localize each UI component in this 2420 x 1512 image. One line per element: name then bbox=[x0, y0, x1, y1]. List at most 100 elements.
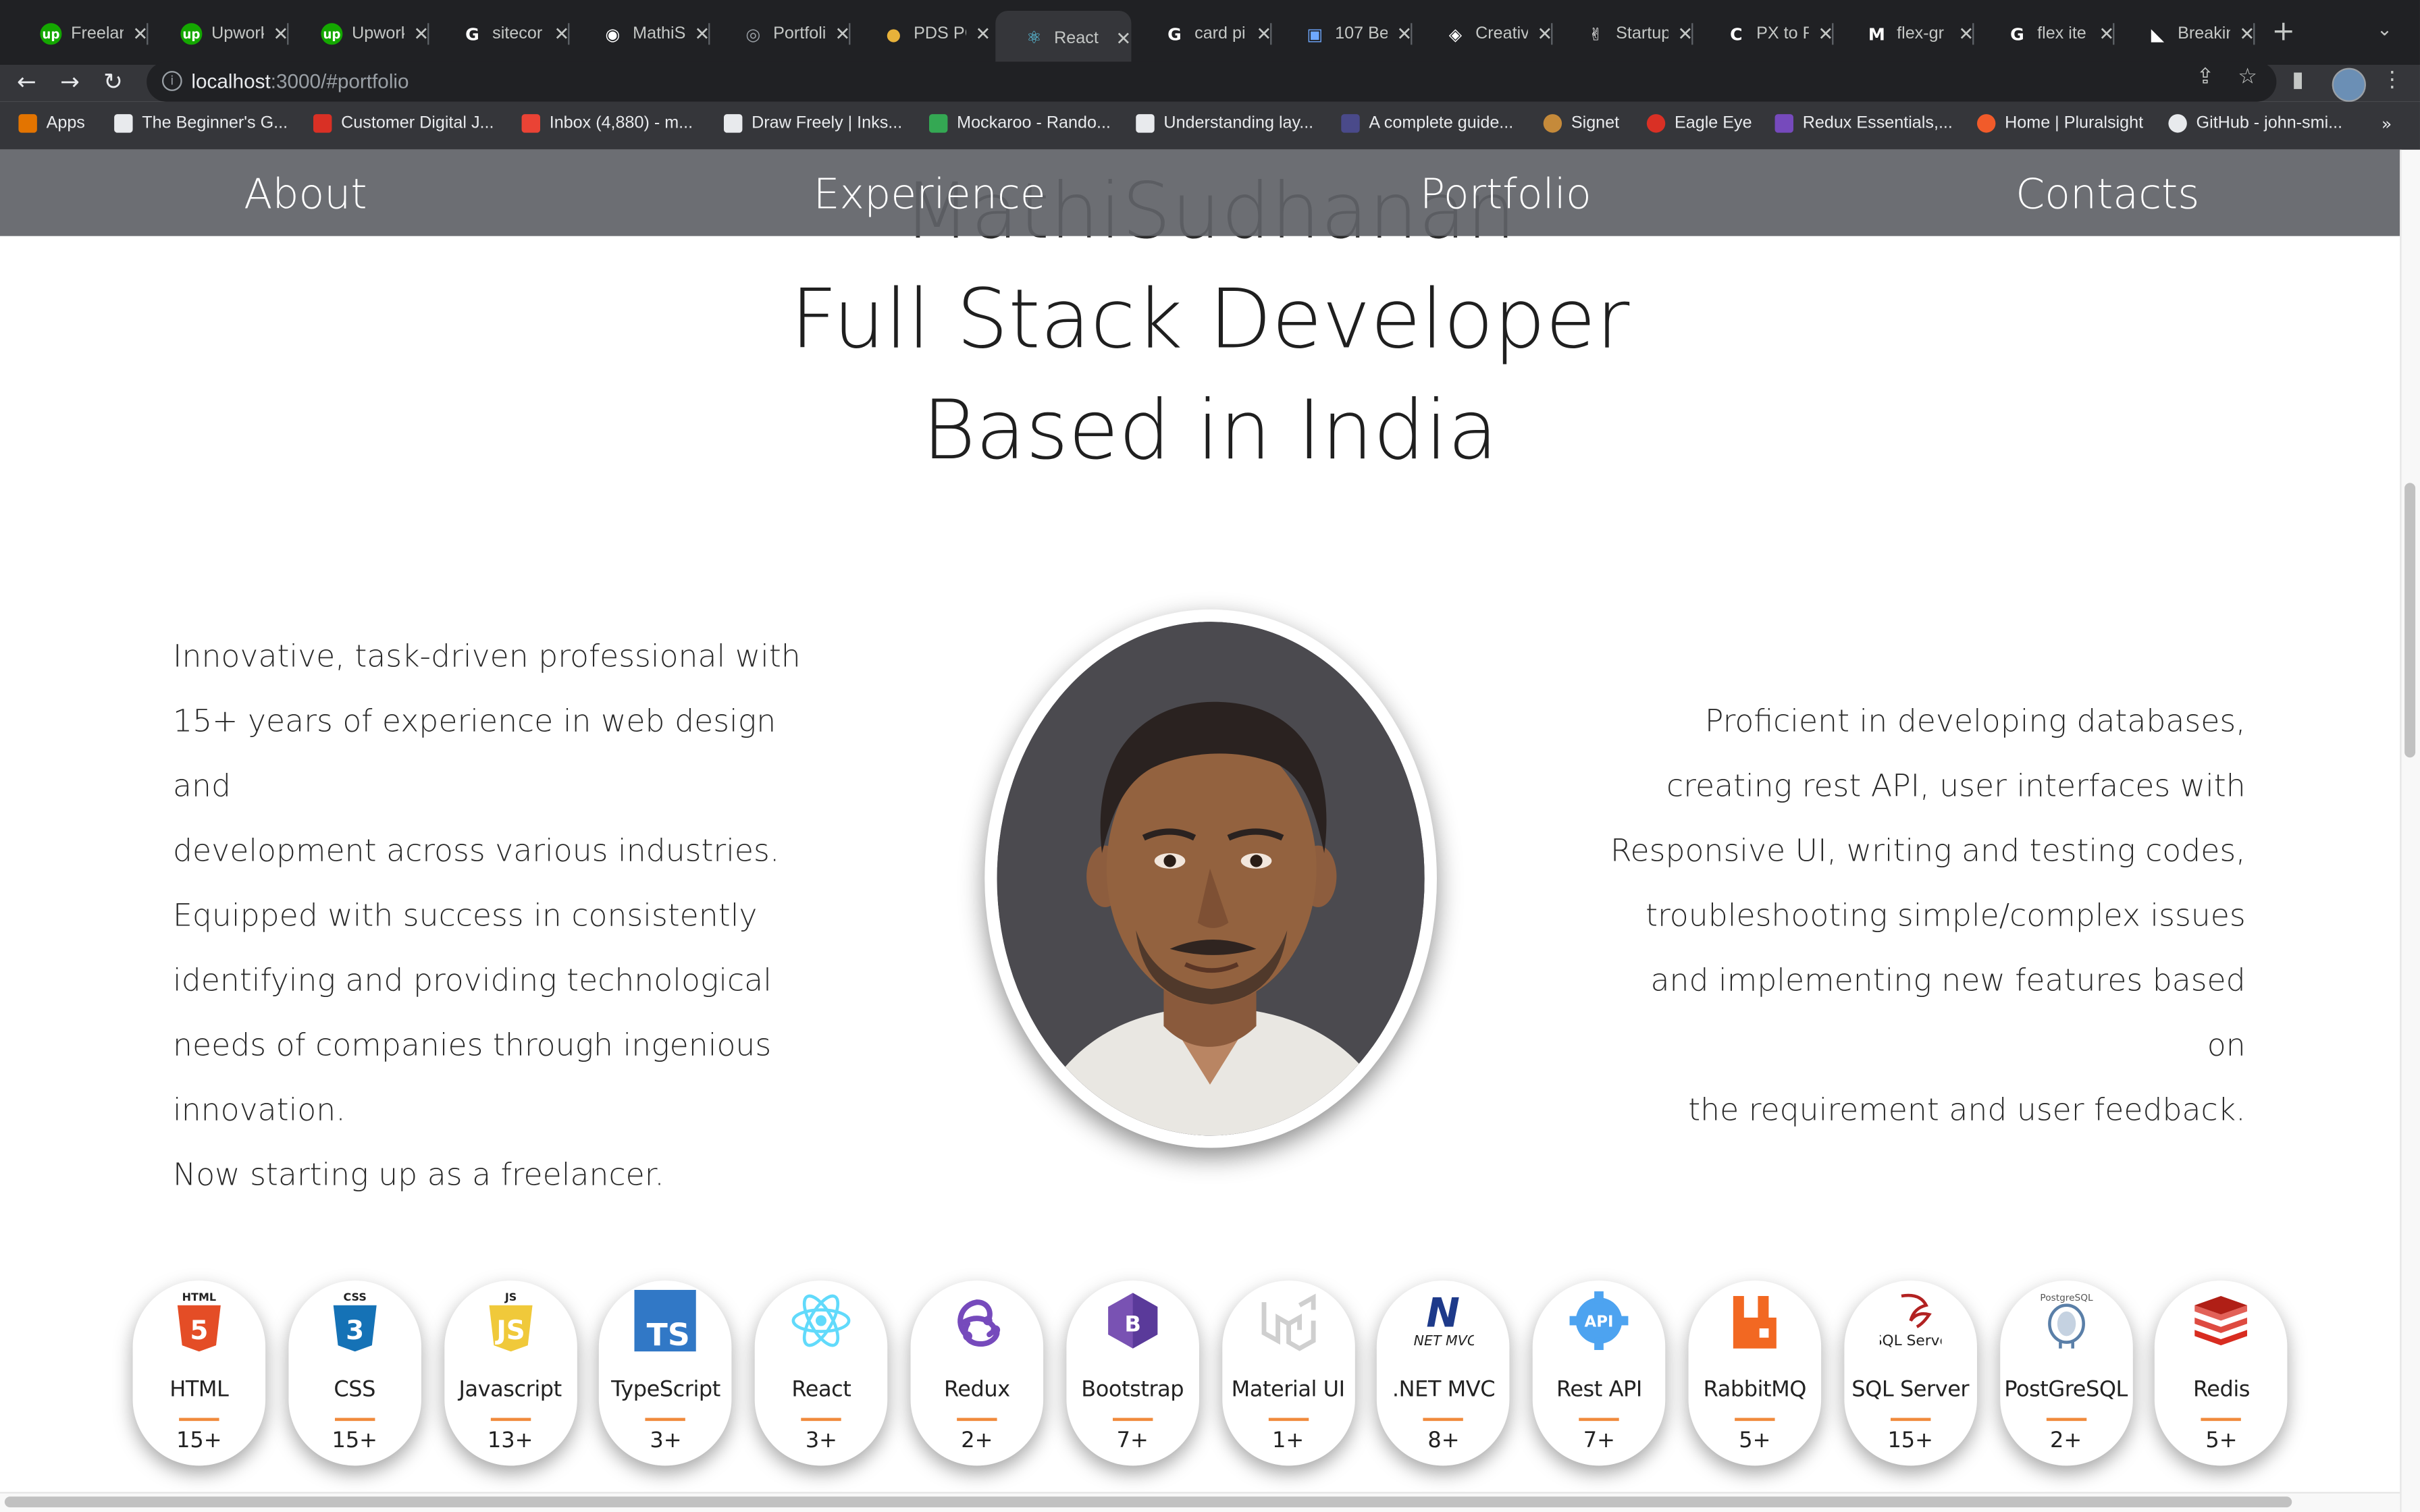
tab-close-icon[interactable]: ✕ bbox=[835, 23, 850, 45]
browser-tab[interactable]: Gsitecor ✕ bbox=[433, 12, 570, 55]
profile-avatar[interactable] bbox=[2332, 68, 2366, 102]
medium-icon: M bbox=[1868, 24, 1885, 45]
browser-tab[interactable]: ◉ MathiS ✕ bbox=[574, 12, 710, 55]
svg-text:N: N bbox=[1427, 1291, 1461, 1337]
skill-card: CSS 3 CSS 15+ bbox=[288, 1280, 421, 1466]
bookmark-item[interactable]: Eagle Eye bbox=[1646, 114, 1752, 133]
tab-close-icon[interactable]: ✕ bbox=[1256, 23, 1271, 45]
intro-right-line: Responsive UI, writing and testing codes… bbox=[1610, 831, 2246, 869]
nav-experience-link[interactable]: Experience bbox=[814, 171, 1046, 219]
skill-years: 7+ bbox=[1583, 1428, 1615, 1454]
forward-arrow-icon[interactable]: → bbox=[60, 68, 80, 96]
tab-close-icon[interactable]: ✕ bbox=[1818, 23, 1833, 45]
address-bar-url[interactable]: localhost:3000/#portfolio bbox=[191, 70, 409, 92]
tab-close-icon[interactable]: ✕ bbox=[132, 23, 148, 45]
skill-card: PostgreSQL PostGreSQL 2+ bbox=[1999, 1280, 2132, 1466]
horizontal-scrollbar-thumb[interactable] bbox=[4, 1496, 2292, 1508]
vertical-scrollbar[interactable] bbox=[2400, 149, 2420, 1512]
bookmark-item[interactable]: Home | Pluralsight bbox=[1976, 114, 2143, 133]
bookmark-item[interactable]: Mockaroo - Rando... bbox=[928, 114, 1111, 133]
skill-card: B Bootstrap 7+ bbox=[1066, 1280, 1199, 1466]
bookmarks-bar: » Apps The Beginner's G... Customer Digita… bbox=[0, 101, 2420, 151]
bookmark-item[interactable]: The Beginner's G... bbox=[114, 114, 288, 133]
tab-search-chevron-icon[interactable]: ⌄ bbox=[2377, 18, 2392, 40]
bookmark-label: Understanding lay... bbox=[1163, 114, 1314, 133]
bookmark-item[interactable]: Understanding lay... bbox=[1136, 114, 1314, 133]
site-info-icon[interactable]: i bbox=[161, 71, 182, 91]
tab-close-icon[interactable]: ✕ bbox=[1537, 23, 1552, 45]
skill-name: React bbox=[791, 1378, 851, 1403]
bookmarks-overflow-icon[interactable]: » bbox=[2382, 114, 2392, 134]
intro-right-text: Proficient in developing databases, creat… bbox=[1605, 688, 2246, 1141]
back-arrow-icon[interactable]: ← bbox=[17, 68, 36, 96]
tab-close-icon[interactable]: ✕ bbox=[2239, 23, 2255, 45]
browser-tab[interactable]: up Upwork ✕ bbox=[293, 12, 429, 55]
side-panel-icon[interactable]: ▮ bbox=[2292, 68, 2304, 93]
codepen-icon: ◈ bbox=[1448, 24, 1463, 45]
svg-text:TS: TS bbox=[648, 1317, 691, 1351]
tab-close-icon[interactable]: ✕ bbox=[273, 23, 288, 45]
browser-tab[interactable]: ▣ 107 Be ✕ bbox=[1276, 12, 1413, 55]
tab-close-icon[interactable]: ✕ bbox=[975, 23, 991, 45]
bookmark-item[interactable]: GitHub - john-smi... bbox=[2168, 114, 2342, 133]
headline-line-1: Full Stack Developer bbox=[790, 273, 1630, 367]
tab-close-icon[interactable]: ✕ bbox=[1115, 27, 1131, 49]
nav-about-link[interactable]: About bbox=[244, 171, 367, 219]
bookmark-item[interactable]: Signet bbox=[1543, 114, 1619, 133]
redux-icon bbox=[946, 1290, 1007, 1351]
browser-tab[interactable]: ⚛ React ✕ bbox=[995, 10, 1132, 65]
browser-tab[interactable]: ◎ Portfoli ✕ bbox=[714, 12, 851, 55]
tab-separator bbox=[1551, 23, 1553, 45]
browser-tab[interactable]: Mflex-gr ✕ bbox=[1838, 12, 1974, 55]
image-icon: ▣ bbox=[1307, 24, 1323, 45]
vertical-scrollbar-thumb[interactable] bbox=[2404, 483, 2416, 758]
tab-close-icon[interactable]: ✕ bbox=[1677, 23, 1693, 45]
browser-tab[interactable]: Gcard pi ✕ bbox=[1136, 12, 1272, 55]
skill-divider bbox=[179, 1418, 219, 1422]
browser-tab[interactable]: Gflex ite ✕ bbox=[1978, 12, 2115, 55]
gmail-icon bbox=[521, 114, 540, 133]
address-bar[interactable]: i localhost:3000/#portfolio ⇪ ☆ bbox=[147, 61, 2277, 102]
skill-card: Redux 2+ bbox=[910, 1280, 1044, 1466]
browser-tab[interactable]: ✌ Startup ✕ bbox=[1557, 12, 1693, 55]
intro-left-line: needs of companies through ingenious bbox=[172, 1025, 772, 1063]
skill-divider bbox=[2045, 1418, 2086, 1422]
browser-tab[interactable]: C PX to R ✕ bbox=[1698, 12, 1834, 55]
tab-close-icon[interactable]: ✕ bbox=[413, 23, 429, 45]
tab-close-icon[interactable]: ✕ bbox=[554, 23, 569, 45]
browser-tab[interactable]: ● PDS PC ✕ bbox=[855, 12, 991, 55]
svg-text:JS: JS bbox=[494, 1316, 524, 1346]
browser-tab[interactable]: up Freelar ✕ bbox=[12, 12, 149, 55]
tab-separator bbox=[708, 23, 710, 45]
nav-portfolio-link[interactable]: Portfolio bbox=[1420, 171, 1592, 219]
tab-separator bbox=[2113, 23, 2115, 45]
bookmark-item[interactable]: A complete guide... bbox=[1341, 114, 1513, 133]
browser-tab[interactable]: ◣ Breakin ✕ bbox=[2119, 12, 2255, 55]
bookmark-item[interactable]: Apps bbox=[18, 114, 85, 133]
new-tab-icon[interactable]: + bbox=[2272, 16, 2295, 48]
browser-tab[interactable]: up Upwork ✕ bbox=[153, 12, 289, 55]
skill-card: Redis 5+ bbox=[2155, 1280, 2288, 1466]
browser-tab[interactable]: ◈ Creativ ✕ bbox=[1417, 12, 1553, 55]
redux-icon bbox=[1774, 114, 1793, 133]
bookmark-icon bbox=[1341, 114, 1360, 133]
bookmark-label: Draw Freely | Inks... bbox=[752, 114, 903, 133]
tab-close-icon[interactable]: ✕ bbox=[2099, 23, 2114, 45]
share-icon[interactable]: ⇪ bbox=[2197, 65, 2215, 90]
nav-contacts-link[interactable]: Contacts bbox=[2016, 171, 2199, 219]
skill-card: N .NET MVC .NET MVC 8+ bbox=[1377, 1280, 1510, 1466]
browser-menu-icon[interactable]: ⋮ bbox=[2382, 68, 2403, 93]
bookmark-item[interactable]: Draw Freely | Inks... bbox=[723, 114, 903, 133]
intro-left-line: Now starting up as a freelancer. bbox=[172, 1155, 664, 1193]
tab-close-icon[interactable]: ✕ bbox=[694, 23, 710, 45]
bookmark-label: Eagle Eye bbox=[1674, 114, 1752, 133]
skill-years: 7+ bbox=[1116, 1428, 1149, 1454]
reload-icon[interactable]: ↻ bbox=[103, 68, 123, 96]
bookmark-item[interactable]: Customer Digital J... bbox=[313, 114, 494, 133]
tab-close-icon[interactable]: ✕ bbox=[1958, 23, 1974, 45]
bookmark-icon bbox=[1136, 114, 1155, 133]
bookmark-item[interactable]: Redux Essentials,... bbox=[1774, 114, 1953, 133]
bookmark-star-icon[interactable]: ☆ bbox=[2238, 65, 2257, 90]
tab-close-icon[interactable]: ✕ bbox=[1396, 23, 1412, 45]
bookmark-item[interactable]: Inbox (4,880) - m... bbox=[521, 114, 693, 133]
